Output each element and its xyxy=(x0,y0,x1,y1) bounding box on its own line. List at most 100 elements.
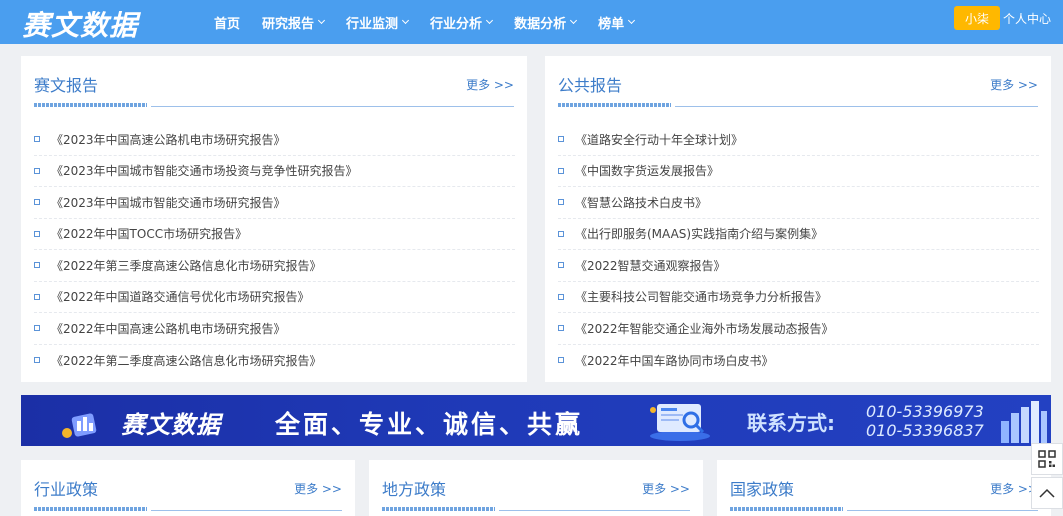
chevron-down-icon xyxy=(402,16,410,24)
back-to-top-button[interactable] xyxy=(1031,477,1063,509)
title-underline-decoration xyxy=(382,507,495,511)
list-item[interactable]: 《2022智慧交通观察报告》 xyxy=(558,250,1039,282)
industry-policy-panel: 行业政策 更多 >> xyxy=(21,460,355,516)
nav-research-reports[interactable]: 研究报告 xyxy=(262,13,326,32)
nav-home[interactable]: 首页 xyxy=(214,13,240,32)
panel-header: 地方政策 更多 >> xyxy=(382,460,690,512)
panel-header: 公共报告 更多 >> xyxy=(558,56,1038,108)
list-item[interactable]: 《2022年中国TOCC市场研究报告》 xyxy=(34,219,515,250)
title-underline-decoration xyxy=(34,103,147,107)
report-link[interactable]: 《2022年中国道路交通信号优化市场研究报告》 xyxy=(51,288,310,305)
bullet-icon xyxy=(558,262,564,269)
list-item[interactable]: 《2022年中国车路协同市场白皮书》 xyxy=(558,345,1039,377)
list-item[interactable]: 《2023年中国城市智能交通市场投资与竞争性研究报告》 xyxy=(34,156,515,187)
list-item[interactable]: 《出行即服务(MAAS)实践指南介绍与案例集》 xyxy=(558,219,1039,250)
nav-industry-monitoring[interactable]: 行业监测 xyxy=(346,13,410,32)
chevron-down-icon xyxy=(486,16,494,24)
list-item[interactable]: 《中国数字货运发展报告》 xyxy=(558,156,1039,187)
building-bars-icon xyxy=(1001,401,1047,443)
title-divider xyxy=(499,510,690,511)
report-link[interactable]: 《主要科技公司智能交通市场竞争力分析报告》 xyxy=(575,288,827,305)
report-link[interactable]: 《2022年中国车路协同市场白皮书》 xyxy=(575,352,774,369)
bullet-icon xyxy=(558,325,564,332)
national-policy-panel: 国家政策 更多 >> xyxy=(717,460,1051,516)
qr-code-icon xyxy=(1038,450,1056,468)
panel-title: 地方政策 xyxy=(382,480,447,499)
user-center-link[interactable]: 个人中心 xyxy=(1003,10,1051,27)
bullet-icon xyxy=(34,199,40,206)
nav-industry-monitoring-label: 行业监测 xyxy=(346,16,399,32)
more-link[interactable]: 更多 >> xyxy=(294,480,342,497)
nav-rankings[interactable]: 榜单 xyxy=(598,13,636,32)
more-link[interactable]: 更多 >> xyxy=(990,76,1038,93)
report-link[interactable]: 《2023年中国城市智能交通市场投资与竞争性研究报告》 xyxy=(51,162,358,179)
panel-header: 行业政策 更多 >> xyxy=(34,460,342,512)
report-link[interactable]: 《2022年第三季度高速公路信息化市场研究报告》 xyxy=(51,257,322,274)
list-item[interactable]: 《2022年智能交通企业海外市场发展动态报告》 xyxy=(558,313,1039,345)
more-link[interactable]: 更多 >> xyxy=(642,480,690,497)
analytics-illustration-icon xyxy=(650,404,710,441)
report-link[interactable]: 《2022年中国高速公路机电市场研究报告》 xyxy=(51,320,286,337)
list-item[interactable]: 《2023年中国城市智能交通市场研究报告》 xyxy=(34,187,515,219)
list-item[interactable]: 《2022年第二季度高速公路信息化市场研究报告》 xyxy=(34,345,515,377)
panel-header: 国家政策 更多 >> xyxy=(730,460,1038,512)
report-link[interactable]: 《2022年第二季度高速公路信息化市场研究报告》 xyxy=(51,352,322,369)
nav-data-analysis[interactable]: 数据分析 xyxy=(514,13,578,32)
bullet-icon xyxy=(34,167,40,174)
title-underline-decoration xyxy=(34,507,147,511)
bullet-icon xyxy=(34,262,40,269)
bullet-icon xyxy=(34,230,40,237)
list-item[interactable]: 《2022年中国道路交通信号优化市场研究报告》 xyxy=(34,282,515,313)
top-navigation-bar: 赛文数据 首页 研究报告 行业监测 行业分析 数据分析 榜单 小柒 个人中心 xyxy=(0,0,1063,44)
saiwen-reports-panel: 赛文报告 更多 >> 《2023年中国高速公路机电市场研究报告》 《2023年中… xyxy=(21,56,527,382)
bullet-icon xyxy=(34,293,40,300)
nav-rankings-label: 榜单 xyxy=(598,16,625,32)
banner-brand: 赛文数据 xyxy=(121,411,221,439)
nav-home-label: 首页 xyxy=(214,16,241,32)
banner-phone-1: 010-53396973 xyxy=(866,402,984,421)
report-list: 《2023年中国高速公路机电市场研究报告》 《2023年中国城市智能交通市场投资… xyxy=(34,124,515,376)
chevron-down-icon xyxy=(317,16,326,24)
report-link[interactable]: 《智慧公路技术白皮书》 xyxy=(575,194,707,211)
report-link[interactable]: 《道路安全行动十年全球计划》 xyxy=(575,131,743,148)
promo-banner[interactable]: 赛文数据 全面、专业、诚信、共赢 联系方式: 010-53396973 010-… xyxy=(21,395,1051,446)
bullet-icon xyxy=(558,293,564,300)
banner-phone-2: 010-53396837 xyxy=(866,421,984,440)
back-to-top-icon xyxy=(1039,488,1055,498)
list-item[interactable]: 《智慧公路技术白皮书》 xyxy=(558,187,1039,219)
title-divider xyxy=(675,106,1038,107)
panel-title: 行业政策 xyxy=(34,480,99,499)
banner-slogan: 全面、专业、诚信、共赢 xyxy=(275,410,584,439)
title-underline-decoration xyxy=(730,507,843,511)
nav-industry-analysis[interactable]: 行业分析 xyxy=(430,13,494,32)
chevron-down-icon xyxy=(628,16,636,24)
bullet-icon xyxy=(558,199,564,206)
more-link[interactable]: 更多 >> xyxy=(466,76,514,93)
report-link[interactable]: 《中国数字货运发展报告》 xyxy=(575,162,719,179)
report-link[interactable]: 《2022年智能交通企业海外市场发展动态报告》 xyxy=(575,320,834,337)
bullet-icon xyxy=(558,167,564,174)
bullet-icon xyxy=(34,357,40,364)
report-link[interactable]: 《2022年中国TOCC市场研究报告》 xyxy=(51,225,247,242)
site-logo[interactable]: 赛文数据 xyxy=(22,4,138,44)
main-nav: 首页 研究报告 行业监测 行业分析 数据分析 榜单 xyxy=(214,0,656,44)
list-item[interactable]: 《2022年第三季度高速公路信息化市场研究报告》 xyxy=(34,250,515,282)
nav-research-reports-label: 研究报告 xyxy=(262,16,315,32)
title-underline-decoration xyxy=(558,103,671,107)
panel-header: 赛文报告 更多 >> xyxy=(34,56,514,108)
bullet-icon xyxy=(34,136,40,143)
report-link[interactable]: 《2022智慧交通观察报告》 xyxy=(575,257,726,274)
public-reports-panel: 公共报告 更多 >> 《道路安全行动十年全球计划》 《中国数字货运发展报告》 《… xyxy=(545,56,1051,382)
list-item[interactable]: 《主要科技公司智能交通市场竞争力分析报告》 xyxy=(558,282,1039,313)
brand-emblem-icon xyxy=(62,413,97,438)
bullet-icon xyxy=(34,325,40,332)
list-item[interactable]: 《2023年中国高速公路机电市场研究报告》 xyxy=(34,124,515,156)
list-item[interactable]: 《2022年中国高速公路机电市场研究报告》 xyxy=(34,313,515,345)
report-link[interactable]: 《2023年中国城市智能交通市场研究报告》 xyxy=(51,194,286,211)
list-item[interactable]: 《道路安全行动十年全球计划》 xyxy=(558,124,1039,156)
user-name-button[interactable]: 小柒 xyxy=(954,6,1000,30)
report-link[interactable]: 《2023年中国高速公路机电市场研究报告》 xyxy=(51,131,286,148)
title-divider xyxy=(847,510,1038,511)
qr-code-button[interactable] xyxy=(1031,443,1063,475)
report-link[interactable]: 《出行即服务(MAAS)实践指南介绍与案例集》 xyxy=(575,225,823,242)
